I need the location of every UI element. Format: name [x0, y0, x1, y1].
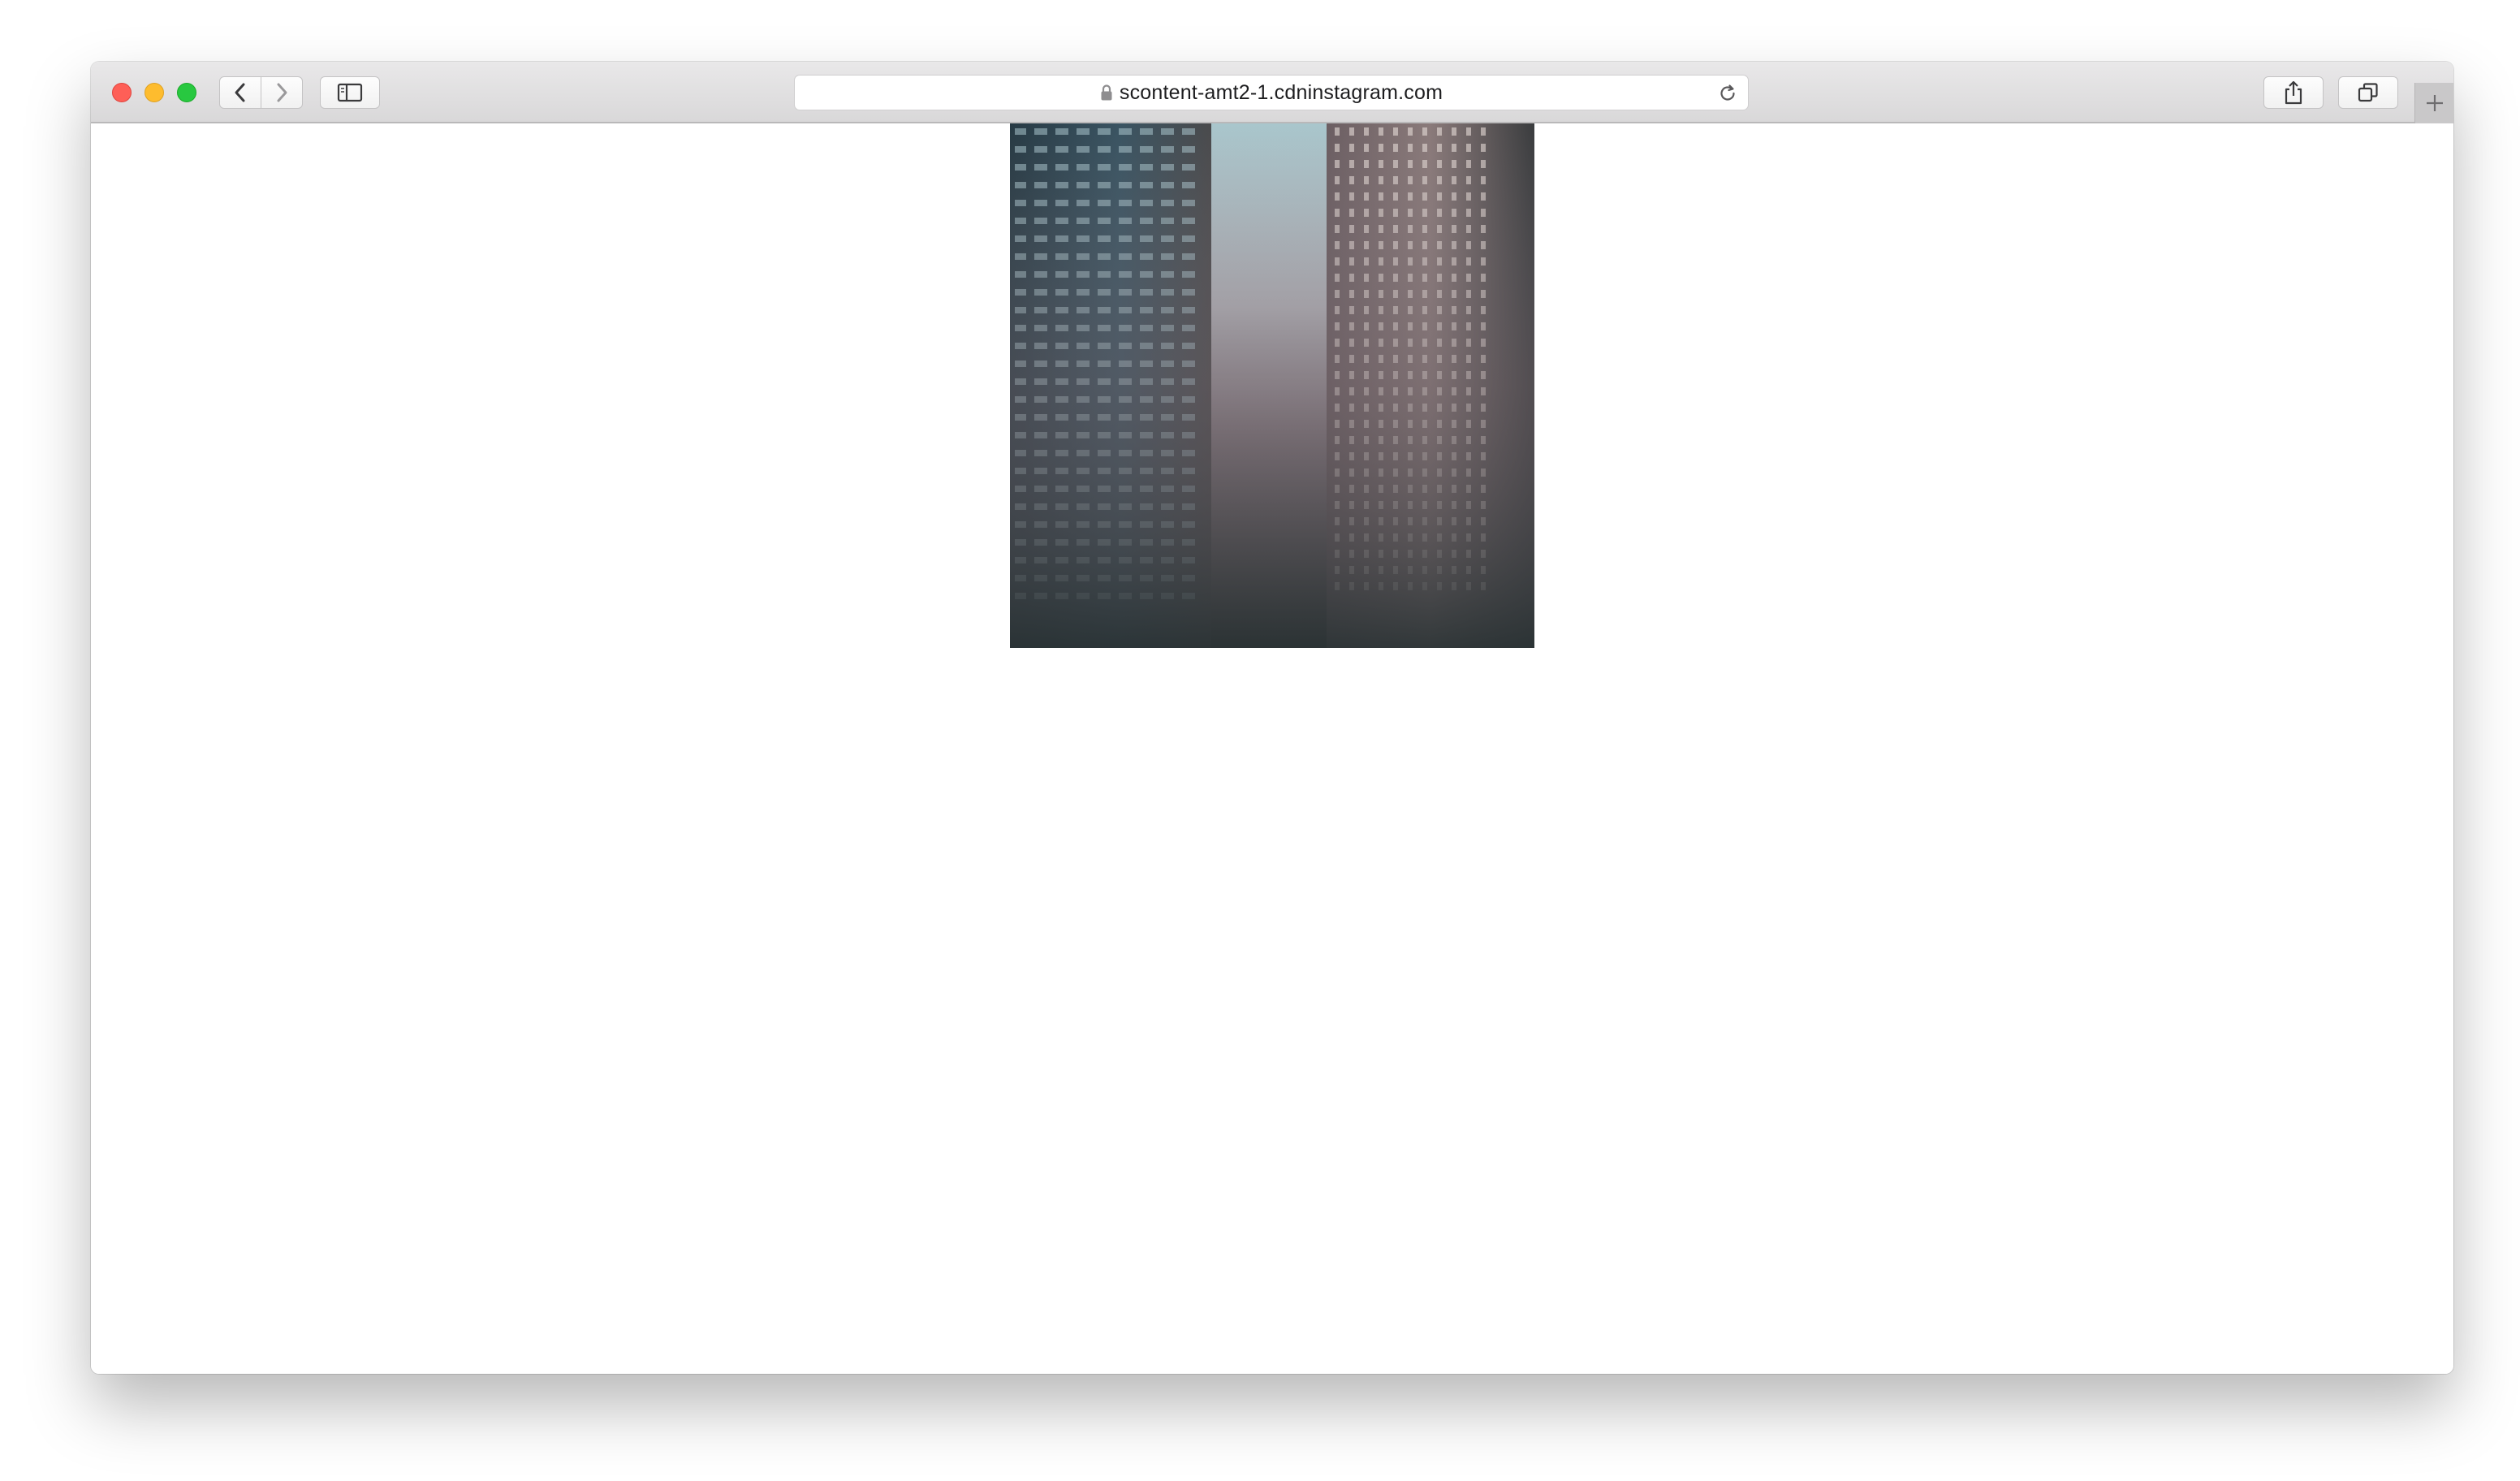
browser-toolbar: scontent-amt2-1.cdninstagram.com: [91, 62, 2453, 123]
photo-image[interactable]: [1010, 123, 1534, 648]
forward-button[interactable]: [261, 76, 303, 109]
sidebar-toggle-button[interactable]: [320, 76, 380, 109]
chevron-right-icon: [277, 83, 287, 102]
chevron-left-icon: [235, 83, 245, 102]
lock-icon: [1101, 84, 1112, 101]
url-text: scontent-amt2-1.cdninstagram.com: [1119, 80, 1443, 104]
share-button[interactable]: [2263, 76, 2324, 109]
back-button[interactable]: [219, 76, 261, 109]
foggy-buildings-image: [1010, 123, 1534, 648]
minimize-window-button[interactable]: [145, 83, 164, 102]
share-icon: [2285, 80, 2302, 105]
plus-icon: [2426, 95, 2443, 111]
sidebar-icon: [337, 83, 363, 102]
tab-overview-icon: [2358, 83, 2378, 102]
browser-window: scontent-amt2-1.cdninstagram.com: [91, 62, 2453, 1374]
maximize-window-button[interactable]: [177, 83, 196, 102]
page-content: [91, 123, 2453, 1374]
new-tab-button[interactable]: [2414, 83, 2453, 123]
reload-icon[interactable]: [1717, 83, 1738, 104]
close-window-button[interactable]: [112, 83, 132, 102]
address-bar[interactable]: scontent-amt2-1.cdninstagram.com: [794, 75, 1749, 110]
tab-overview-button[interactable]: [2338, 76, 2398, 109]
